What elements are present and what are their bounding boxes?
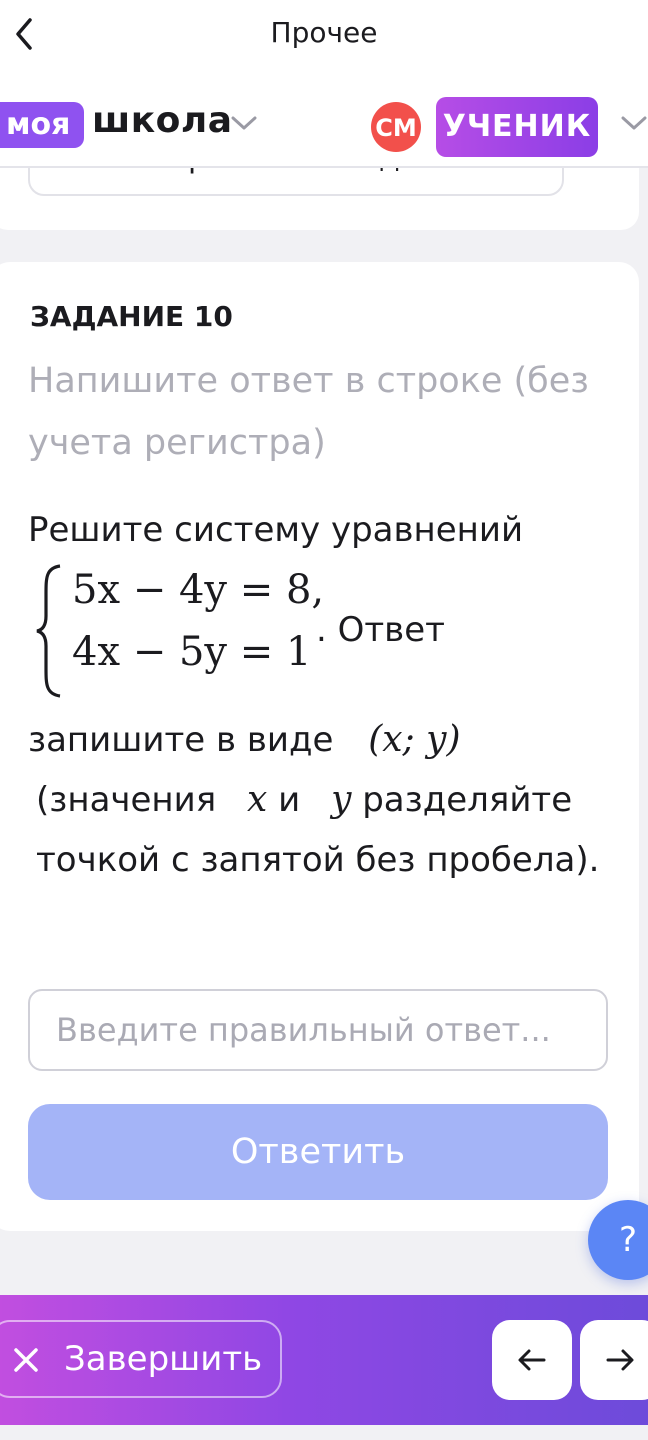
brand-bar: моя школа СМ УЧЕНИК: [0, 70, 648, 168]
page-title: Прочее: [270, 16, 378, 49]
bottom-bar: Завершить: [0, 1295, 648, 1425]
answer-word: . Ответ: [316, 610, 445, 650]
close-icon: [14, 1348, 38, 1372]
top-bar: Прочее: [0, 0, 648, 70]
note-line: (значения x и y разделяйте точкой с запя…: [28, 770, 628, 890]
format-math: (x; y): [368, 719, 461, 760]
arrow-right-icon: [606, 1349, 634, 1371]
brace-icon: [36, 564, 61, 698]
var-x: x: [247, 779, 268, 820]
equation-1: 5x − 4y = 8,: [72, 567, 325, 613]
task-intro: Решите систему уравнений: [28, 510, 524, 550]
task-text: Решите систему уравнений 5x − 4y = 8, 4x…: [28, 500, 628, 890]
arrow-left-icon: [518, 1349, 546, 1371]
task-label: ЗАДАНИЕ 10: [30, 300, 233, 333]
finish-button[interactable]: Завершить: [0, 1320, 282, 1398]
note-part-1: (значения: [36, 780, 217, 820]
chevron-down-icon[interactable]: [620, 114, 648, 132]
next-question-button[interactable]: [580, 1320, 648, 1400]
chevron-down-icon[interactable]: [230, 114, 258, 132]
answer-input[interactable]: [28, 989, 608, 1071]
equation-system: 5x − 4y = 8, 4x − 5y = 1 . Ответ: [28, 560, 628, 710]
avatar[interactable]: СМ: [371, 102, 421, 152]
format-line: запишите в виде (x; y): [28, 710, 628, 770]
task-instruction: Напишите ответ в строке (без учета регис…: [28, 361, 589, 463]
role-button[interactable]: УЧЕНИК: [436, 97, 598, 157]
prev-question-button[interactable]: [492, 1320, 572, 1400]
submit-button[interactable]: Ответить: [28, 1104, 608, 1200]
page: Прочее Отображение медиа моя школа СМ УЧ…: [0, 0, 648, 1440]
logo-moya: моя: [0, 102, 85, 148]
task-card: ЗАДАНИЕ 10 Напишите ответ в строке (без …: [0, 262, 639, 1231]
equation-2: 4x − 5y = 1: [72, 629, 312, 675]
finish-label: Завершить: [64, 1339, 263, 1379]
format-prefix: запишите в виде: [28, 720, 334, 760]
var-y: y: [331, 779, 352, 820]
logo-shkola: школа: [92, 100, 233, 141]
note-and: и: [278, 780, 301, 820]
